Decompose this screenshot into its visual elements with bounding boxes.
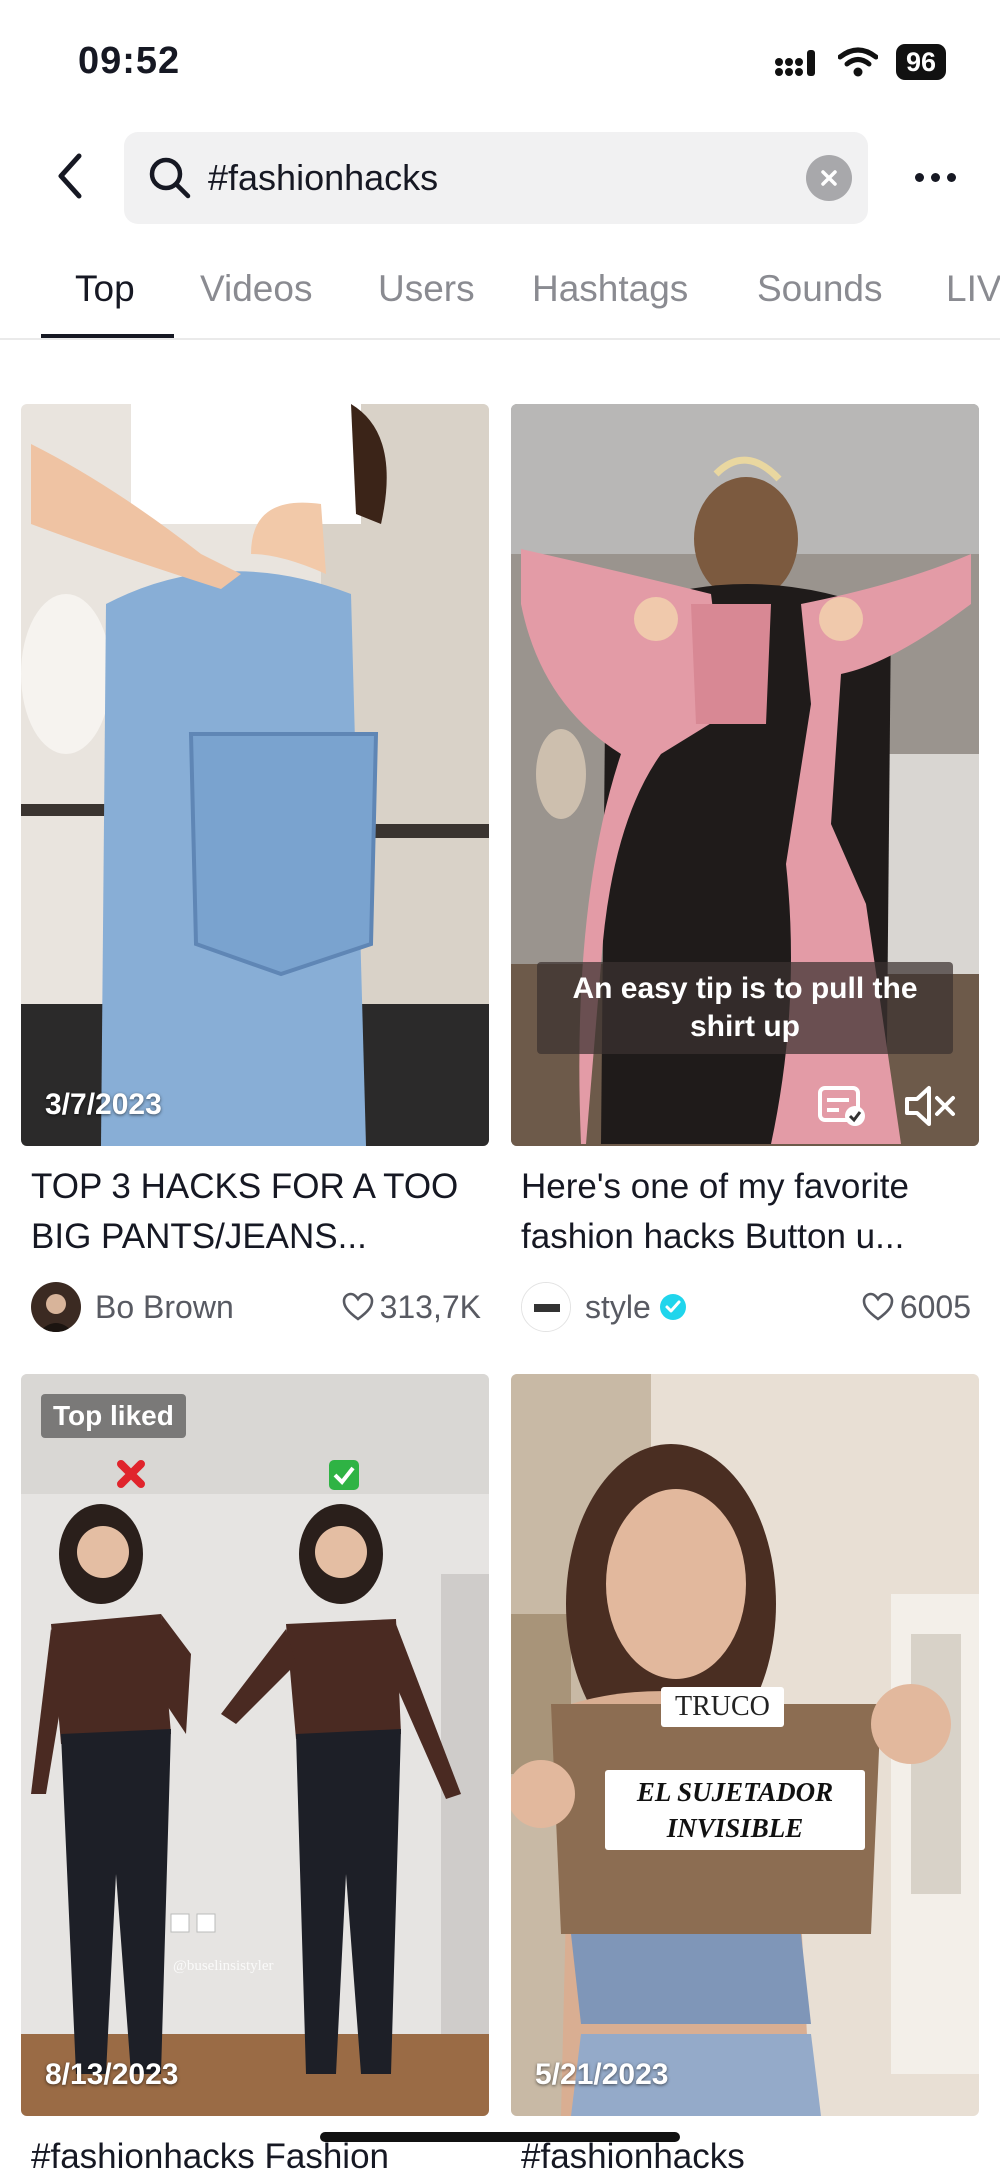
bra-hack-thumbnail-image — [511, 1374, 979, 2116]
video-thumbnail[interactable]: Top liked @buselinsistyler 8/13/2023 — [21, 1374, 489, 2116]
clear-search-button[interactable] — [806, 155, 852, 201]
more-dot-icon — [930, 172, 940, 182]
status-time: 09:52 — [78, 40, 181, 82]
overlay-headline: EL SUJETADOR INVISIBLE — [605, 1770, 865, 1850]
like-count-text: 313,7K — [379, 1288, 481, 1325]
truco-label: TRUCO — [661, 1687, 784, 1727]
like-count: 313,7K — [342, 1289, 481, 1326]
heart-icon — [862, 1292, 894, 1321]
like-count-text: 6005 — [899, 1288, 971, 1325]
overlay-text: An easy tip is to pull the shirt up — [572, 972, 918, 1043]
tab-hashtags[interactable]: Hashtags — [532, 268, 688, 310]
video-text-overlay: An easy tip is to pull the shirt up — [537, 962, 953, 1054]
captions-icon[interactable] — [817, 1084, 869, 1128]
avatar[interactable] — [31, 1282, 81, 1332]
home-indicator — [320, 2132, 680, 2142]
video-caption[interactable]: Here's one of my favorite fashion hacks … — [521, 1162, 971, 1262]
top-liked-badge: Top liked — [41, 1394, 186, 1438]
video-meta: style 6005 — [521, 1282, 971, 1332]
search-header: #fashionhacks — [0, 128, 1000, 224]
tab-users[interactable]: Users — [378, 268, 475, 310]
more-dot-icon — [946, 172, 956, 182]
more-options-button[interactable] — [906, 154, 964, 200]
tab-live[interactable]: LIVE — [946, 268, 1000, 310]
video-date: 8/13/2023 — [45, 2058, 179, 2091]
status-icons: 96 — [774, 44, 946, 80]
cellular-signal-icon — [774, 50, 815, 76]
more-dot-icon — [914, 172, 924, 182]
author-name-text: style — [585, 1288, 651, 1325]
heart-icon — [342, 1292, 373, 1321]
like-count: 6005 — [862, 1289, 971, 1326]
author-name-text: Bo Brown — [95, 1288, 234, 1325]
tab-videos[interactable]: Videos — [200, 268, 312, 310]
chevron-left-icon — [58, 153, 82, 199]
mute-icon[interactable] — [903, 1084, 959, 1128]
tab-top[interactable]: Top — [75, 268, 135, 310]
overlay-headline-text: EL SUJETADOR INVISIBLE — [636, 1777, 834, 1843]
close-icon — [821, 170, 837, 186]
status-bar: 09:52 96 — [0, 0, 1000, 120]
truco-text: TRUCO — [675, 1691, 770, 1722]
video-caption[interactable]: TOP 3 HACKS FOR A TOO BIG PANTS/JEANS... — [31, 1162, 481, 1262]
author-name[interactable]: style — [585, 1289, 862, 1326]
search-query: #fashionhacks — [208, 157, 439, 198]
author-name[interactable]: Bo Brown — [95, 1289, 342, 1326]
outfit-comparison-thumbnail-image — [21, 1374, 489, 2116]
jeans-thumbnail-image — [21, 404, 489, 1146]
search-input[interactable]: #fashionhacks — [124, 132, 868, 224]
top-liked-text: Top liked — [53, 1400, 174, 1431]
active-tab-indicator — [41, 334, 174, 338]
back-button[interactable] — [44, 150, 96, 202]
video-watermark: @buselinsistyler — [173, 1958, 274, 1974]
battery-indicator: 96 — [895, 44, 946, 80]
video-thumbnail[interactable]: 3/7/2023 — [21, 404, 489, 1146]
video-date: 3/7/2023 — [45, 1088, 162, 1121]
wifi-icon — [837, 47, 878, 77]
video-meta: Bo Brown 313,7K — [31, 1282, 481, 1332]
search-icon — [146, 154, 194, 202]
avatar[interactable] — [521, 1282, 571, 1332]
search-tabs: Top Videos Users Hashtags Sounds LIVE — [0, 246, 1000, 340]
tab-sounds[interactable]: Sounds — [757, 268, 883, 310]
video-date: 5/21/2023 — [535, 2058, 669, 2091]
video-thumbnail[interactable]: TRUCO EL SUJETADOR INVISIBLE 5/21/2023 — [511, 1374, 979, 2116]
verified-badge-icon — [659, 1294, 686, 1320]
video-thumbnail[interactable]: An easy tip is to pull the shirt up — [511, 404, 979, 1146]
